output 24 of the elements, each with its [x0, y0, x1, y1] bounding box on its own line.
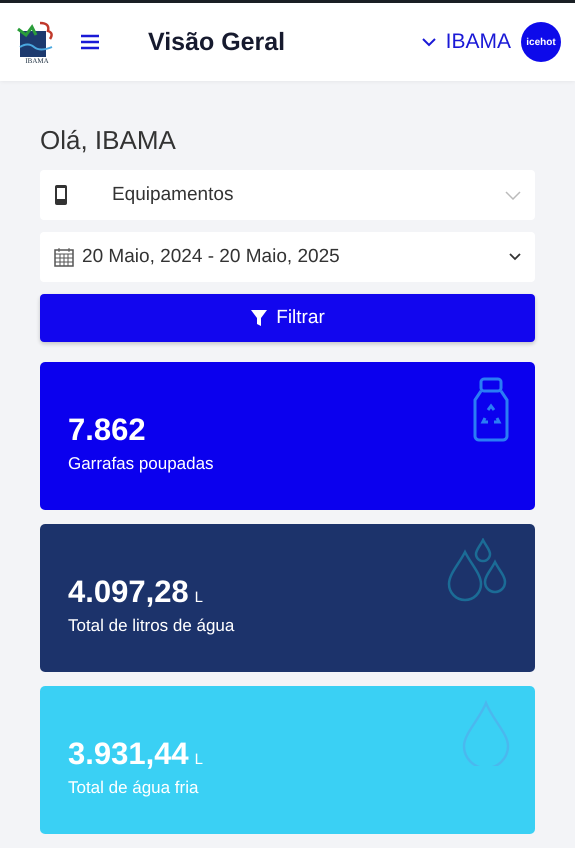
stat-label: Garrafas poupadas: [68, 454, 215, 474]
page-title: Visão Geral: [148, 28, 286, 56]
water-drop-icon: [461, 700, 511, 766]
menu-icon[interactable]: [80, 34, 100, 50]
filter-icon: [250, 309, 268, 327]
device-select[interactable]: Equipamentos: [40, 170, 535, 220]
stat-value: 3.931,44: [68, 736, 189, 772]
chevron-down-icon: [422, 38, 436, 46]
unit-label: L: [194, 589, 204, 606]
date-range-field[interactable]: 20 Maio, 2024 - 20 Maio, 2025: [40, 232, 535, 282]
bottle-icon: [471, 376, 511, 444]
phone-icon: [54, 184, 68, 206]
stat-value: 7.862: [68, 412, 146, 448]
stat-label: Total de litros de água: [68, 616, 236, 636]
unit-label: L: [194, 751, 204, 768]
stat-value: 4.097,28: [68, 574, 189, 610]
greeting: Olá, IBAMA: [40, 125, 177, 156]
filter-button[interactable]: Filtrar: [40, 294, 535, 342]
calendar-icon: [54, 247, 74, 267]
chevron-down-icon: [509, 253, 521, 261]
user-menu[interactable]: IBAMA: [422, 30, 511, 54]
stat-label: Total de água fria: [68, 778, 200, 798]
avatar[interactable]: icehot: [521, 22, 561, 62]
chevron-down-icon: [505, 190, 521, 200]
